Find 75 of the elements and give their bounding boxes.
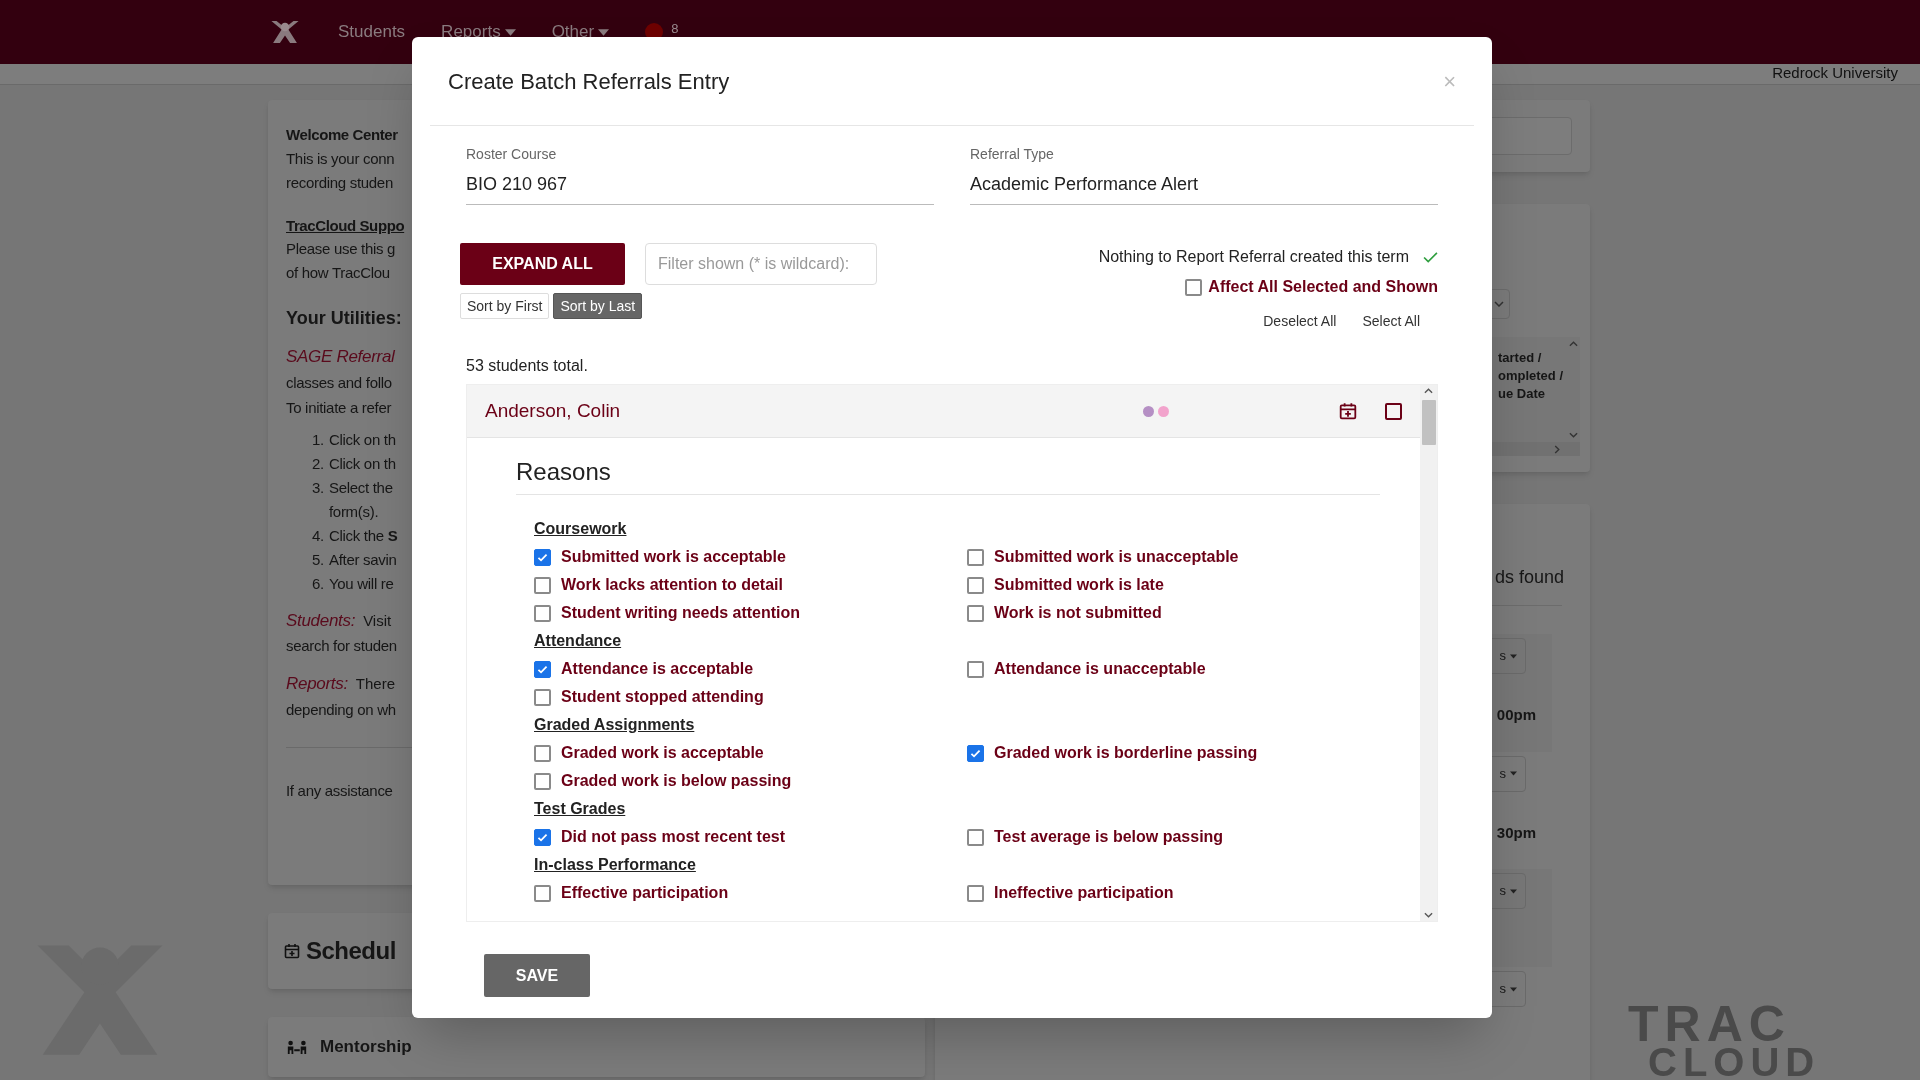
nav-link[interactable]: Other xyxy=(551,19,610,45)
column-header: ompleted / xyxy=(1498,367,1563,385)
reason-label: Attendance is acceptable xyxy=(561,659,754,679)
select-link[interactable]: Deselect All xyxy=(1263,311,1337,332)
text-field[interactable]: Referral Type Academic Performance Alert xyxy=(970,144,1438,205)
student-name[interactable]: Anderson, Colin xyxy=(485,396,621,426)
reason-label: Graded work is borderline passing xyxy=(994,743,1258,763)
list-item: Click on th xyxy=(329,453,396,474)
appointment-time: 30pm xyxy=(1496,822,1536,843)
sort-button[interactable]: Sort by Last xyxy=(553,293,643,319)
reason-label: Submitted work is late xyxy=(994,575,1164,595)
paragraph: Please use this g of how TracClou xyxy=(286,239,396,283)
list-number: 4. xyxy=(311,525,324,546)
category-heading: In-class Performance xyxy=(534,855,696,875)
column-header: tarted / xyxy=(1498,349,1542,367)
section-label: Reports: xyxy=(286,673,348,695)
paragraph-text: Visit xyxy=(363,610,392,631)
list-item: Click on th xyxy=(329,429,396,450)
paragraph: search for studen xyxy=(286,636,397,656)
nav-link[interactable]: Reports xyxy=(441,19,516,45)
text-field[interactable]: Roster Course BIO 210 967 xyxy=(466,144,934,205)
save-button[interactable]: SAVE xyxy=(484,954,590,997)
list-item: Select the form(s). xyxy=(329,477,393,522)
reason-label: Submitted work is unacceptable xyxy=(994,547,1239,567)
nav-link[interactable]: Students xyxy=(338,19,406,45)
reason-label: Test average is below passing xyxy=(994,827,1224,847)
paragraph: classes and follo xyxy=(286,372,392,393)
section-label: Students: xyxy=(286,609,356,632)
list-number: 6. xyxy=(311,573,324,594)
card-title: Mentorship xyxy=(320,1036,412,1059)
paragraph-text: There xyxy=(355,674,396,694)
section-label: SAGE Referral xyxy=(286,346,395,368)
list-number: 3. xyxy=(311,477,324,498)
category-heading: Attendance xyxy=(534,631,622,651)
list-number: 1. xyxy=(311,429,324,450)
sort-button[interactable]: Sort by First xyxy=(460,293,550,319)
organization-name: Redrock University xyxy=(1772,62,1898,83)
paragraph: This is your conn recording studen xyxy=(286,148,395,193)
status-text: Nothing to Report Referral created this term xyxy=(1098,247,1409,267)
reason-label: Work is not submitted xyxy=(994,603,1162,623)
select-link[interactable]: Select All xyxy=(1362,311,1420,332)
appointment-time: 00pm xyxy=(1496,705,1536,725)
list-item: Click the S xyxy=(329,525,398,546)
filter-field[interactable]: Filter shown (* is wildcard): xyxy=(645,243,877,285)
modal-title: Create Batch Referrals Entry xyxy=(448,67,730,96)
list-number: 5. xyxy=(311,549,324,570)
results-count: ds found xyxy=(1494,566,1564,589)
section-heading: Your Utilities: xyxy=(286,307,402,330)
expand-all-button[interactable]: EXPAND ALL xyxy=(460,243,625,285)
paragraph: depending on wh xyxy=(286,699,396,720)
reason-label: Submitted work is acceptable xyxy=(561,547,786,567)
list-item: After savin xyxy=(329,549,397,570)
category-heading: Coursework xyxy=(534,519,627,539)
reason-label: Effective participation xyxy=(561,883,729,903)
reason-label: Graded work is below passing xyxy=(561,771,792,791)
reasons-heading: Reasons xyxy=(516,454,1380,495)
reason-label: Did not pass most recent test xyxy=(561,827,786,847)
checkbox-label: Affect All Selected and Shown xyxy=(1208,277,1438,297)
reason-label: Work lacks attention to detail xyxy=(561,575,783,595)
paragraph: If any assistance xyxy=(286,780,393,801)
students-count: 53 students total. xyxy=(466,356,589,376)
card-title: Schedul xyxy=(306,936,396,966)
column-header: ue Date xyxy=(1498,385,1545,403)
card-title: Welcome Center xyxy=(286,125,398,145)
reason-label: Attendance is unacceptable xyxy=(994,659,1206,679)
list-item: You will re xyxy=(329,573,394,594)
category-heading: Graded Assignments xyxy=(534,715,695,735)
section-link[interactable]: TracCloud Suppo xyxy=(286,214,405,237)
reason-label: Ineffective participation xyxy=(994,883,1174,903)
reason-label: Student writing needs attention xyxy=(561,603,801,623)
paragraph: To initiate a refer xyxy=(286,397,392,418)
category-heading: Test Grades xyxy=(534,799,626,819)
list-number: 2. xyxy=(311,453,324,474)
reason-label: Graded work is acceptable xyxy=(561,743,764,763)
reason-label: Student stopped attending xyxy=(561,687,764,707)
